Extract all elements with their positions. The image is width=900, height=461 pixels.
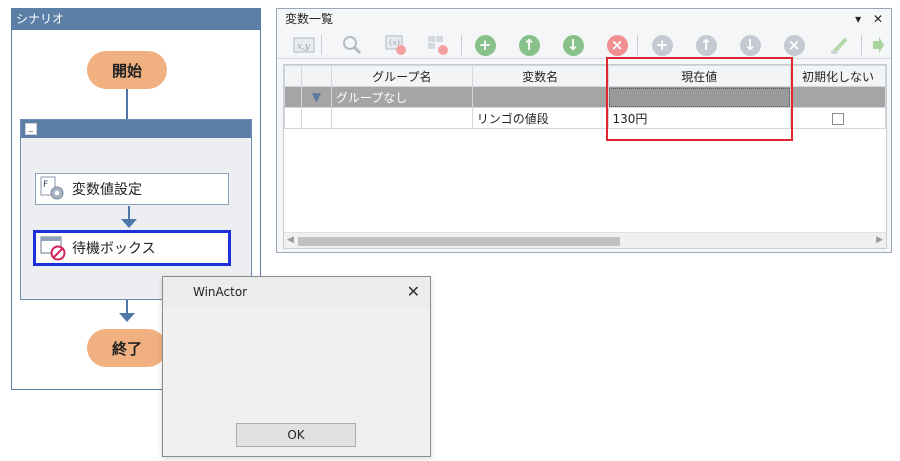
variable-list-title: 変数一覧 (285, 12, 334, 26)
winactor-dialog: WinActor ✕ OK (162, 276, 431, 457)
no-init-checkbox[interactable] (832, 112, 844, 125)
wait-box-icon (40, 235, 68, 261)
scroll-right-icon[interactable]: ▶ (876, 235, 883, 245)
scroll-left-icon[interactable]: ◀ (287, 235, 294, 245)
variable-delete-icon[interactable]: {x} (385, 34, 407, 56)
search-icon[interactable] (341, 34, 363, 56)
connector-arrow (119, 313, 135, 322)
variable-name-cell[interactable]: リンゴの値段 (471, 107, 609, 129)
dialog-close-icon[interactable]: ✕ (407, 277, 420, 307)
variable-list-titlebar: 変数一覧 ▾ ✕ (277, 9, 891, 29)
expander-header (300, 65, 332, 87)
group-expander[interactable]: ▼ (300, 86, 332, 108)
xy-icon[interactable]: x,y (293, 34, 315, 56)
end-node[interactable]: 終了 (87, 329, 167, 367)
variable-set-label: 変数値設定 (72, 182, 142, 198)
close-icon[interactable]: ✕ (873, 12, 883, 26)
variable-set-node[interactable]: F 変数値設定 (35, 173, 229, 205)
no-init-cell[interactable] (790, 107, 886, 129)
scenario-title: シナリオ (12, 9, 260, 30)
add-icon[interactable]: + (474, 34, 496, 56)
clear-icon[interactable] (829, 34, 851, 56)
header-row: グループ名 変数名 現在値 初期化しない (284, 65, 886, 87)
column-header-name[interactable]: 変数名 (471, 65, 609, 87)
value-highlight-box (606, 57, 793, 141)
row-header-cell (284, 86, 302, 108)
svg-text:F: F (43, 180, 48, 190)
variable-set-icon: F (40, 176, 68, 202)
column-header-no-init[interactable]: 初期化しない (790, 65, 886, 87)
connector-line (126, 89, 128, 119)
delete-icon[interactable]: × (606, 34, 628, 56)
group-name-cell[interactable]: グループなし (330, 86, 473, 108)
wait-box-node[interactable]: 待機ボックス (33, 230, 231, 266)
connector-arrow (121, 219, 137, 228)
horizontal-scrollbar[interactable]: ◀ ▶ (284, 232, 886, 248)
group-empty-cell (790, 86, 886, 108)
group-row[interactable]: ▼ グループなし (284, 86, 886, 108)
start-node[interactable]: 開始 (87, 51, 167, 89)
svg-text:x,y: x,y (297, 42, 311, 52)
group-box[interactable]: _ F 変数値設定 待機ボックス (20, 119, 252, 300)
variable-list-panel: 変数一覧 ▾ ✕ x,y {x} + ↑ ↓ × + ↑ ↓ × グループ名 変… (276, 8, 892, 253)
dialog-titlebar: WinActor ✕ (163, 277, 430, 307)
toolbar-separator (637, 35, 638, 55)
connector-line (128, 206, 130, 220)
connector-line (126, 300, 128, 314)
variable-toolbar: x,y {x} + ↑ ↓ × + ↑ ↓ × (277, 29, 891, 59)
add-gray-icon[interactable]: + (651, 34, 673, 56)
group-cell[interactable] (330, 107, 473, 129)
toolbar-separator (861, 35, 862, 55)
grid-delete-icon[interactable] (427, 34, 449, 56)
down-gray-icon[interactable]: ↓ (739, 34, 761, 56)
delete-gray-icon[interactable]: × (783, 34, 805, 56)
up-gray-icon[interactable]: ↑ (695, 34, 717, 56)
up-icon[interactable]: ↑ (518, 34, 540, 56)
ok-button[interactable]: OK (236, 423, 356, 447)
table-row[interactable]: リンゴの値段 130円 (284, 107, 886, 129)
variable-grid: グループ名 変数名 現在値 初期化しない ▼ グループなし リンゴの値段 130… (283, 64, 887, 249)
toolbar-separator (461, 35, 462, 55)
group-header[interactable]: _ (21, 120, 251, 138)
pin-dropdown-icon[interactable]: ▾ (855, 12, 861, 26)
indent-cell (300, 107, 332, 129)
toolbar-separator (321, 35, 322, 55)
next-icon[interactable] (867, 34, 889, 56)
scrollbar-thumb[interactable] (298, 237, 620, 246)
down-icon[interactable]: ↓ (562, 34, 584, 56)
variable-table: グループ名 変数名 現在値 初期化しない ▼ グループなし リンゴの値段 130… (284, 65, 886, 129)
wait-box-label: 待機ボックス (72, 241, 156, 257)
row-header-cell (284, 107, 302, 129)
column-header-group[interactable]: グループ名 (330, 65, 473, 87)
dialog-title: WinActor (193, 285, 248, 299)
collapse-icon[interactable]: _ (25, 123, 37, 135)
corner-cell (284, 65, 302, 87)
group-empty-cell (471, 86, 609, 108)
